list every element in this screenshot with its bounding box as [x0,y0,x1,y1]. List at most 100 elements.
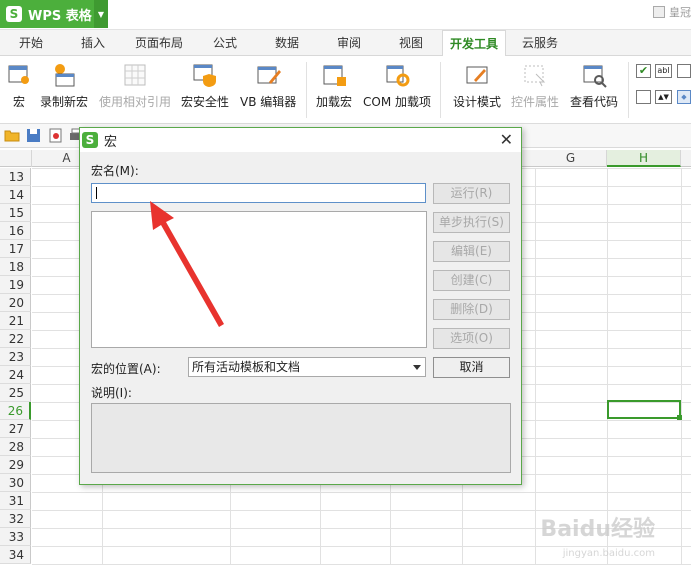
row-header[interactable]: 14 [0,186,31,204]
row-header[interactable]: 19 [0,276,31,294]
delete-button[interactable]: 删除(D) [433,299,510,320]
macro-name-input[interactable] [91,183,426,203]
macro-dialog: S 宏 ✕ 宏名(M): 运行(R) 单步执行(S) 编辑(E) 创建(C) 删… [79,127,522,485]
ribbon-separator [440,62,441,118]
tab-review[interactable]: 审阅 [318,30,380,56]
user-area[interactable]: 皇冠 [653,4,691,20]
create-button[interactable]: 创建(C) [433,270,510,291]
macro-list[interactable] [91,211,427,348]
frame-control-icon[interactable] [677,64,691,78]
tab-developer[interactable]: 开发工具 [442,30,506,57]
tab-home[interactable]: 开始 [0,30,62,56]
dialog-title-bar[interactable]: S 宏 [80,128,521,152]
row-header[interactable]: 28 [0,438,31,456]
macro-security-button[interactable]: 宏安全性 [181,62,229,118]
view-code-icon [581,62,607,88]
grid-line [607,168,608,565]
chevron-down-icon[interactable]: ▼ [94,0,108,28]
row-header[interactable]: 17 [0,240,31,258]
close-icon[interactable]: ✕ [500,131,513,149]
row-header[interactable]: 33 [0,528,31,546]
control-properties-label: 控件属性 [511,95,560,109]
row-header[interactable]: 24 [0,366,31,384]
app-title: WPS 表格 [28,8,92,24]
label-control-icon[interactable]: abl [655,64,672,78]
row-header[interactable]: 34 [0,546,31,564]
row-header[interactable]: 22 [0,330,31,348]
step-into-button[interactable]: 单步执行(S) [433,212,510,233]
tab-view[interactable]: 视图 [380,30,442,56]
grid-icon [122,62,148,88]
row-header[interactable]: 21 [0,312,31,330]
options-button[interactable]: 选项(O) [433,328,510,349]
ribbon-separator [306,62,307,118]
select-all-corner[interactable] [0,150,32,167]
description-box [91,403,511,473]
listbox-control-icon[interactable] [636,90,651,104]
relative-reference-button[interactable]: 使用相对引用 [99,62,171,118]
row-header[interactable]: 29 [0,456,31,474]
menu-tabs: 开始 插入 页面布局 公式 数据 审阅 视图 开发工具 云服务 [0,30,691,57]
row-header[interactable]: 30 [0,474,31,492]
combobox-control-icon[interactable]: ▲▼ [655,90,672,104]
column-header-h[interactable]: H [607,150,681,167]
gear-icon [384,62,410,88]
shield-icon [192,62,218,88]
row-header-active[interactable]: 26 [0,402,31,420]
tab-page-layout[interactable]: 页面布局 [124,30,194,56]
save-icon[interactable] [26,128,42,143]
ribbon: 宏 录制新宏 使用相对引用 宏安全性 VB 编辑器 加载宏 COM 加载项 设计… [0,56,691,124]
app-menu-button[interactable]: S WPS 表格 ▼ [0,0,108,28]
grid-line [681,168,682,565]
fill-handle[interactable] [677,415,682,420]
spin-control-icon[interactable]: ◆ [677,90,691,104]
macro-button[interactable]: 宏 [6,62,32,118]
vb-editor-button[interactable]: VB 编辑器 [240,62,296,118]
macro-location-select[interactable]: 所有活动模板和文档 [188,357,426,377]
macro-name-label: 宏名(M): [91,164,139,178]
tab-cloud[interactable]: 云服务 [506,30,574,56]
macro-location-label: 宏的位置(A): [91,362,161,376]
com-addins-label: COM 加载项 [363,95,431,109]
row-header[interactable]: 20 [0,294,31,312]
chevron-down-icon [413,365,421,370]
design-mode-button[interactable]: 设计模式 [453,62,501,118]
row-header[interactable]: 13 [0,168,31,186]
row-header[interactable]: 31 [0,492,31,510]
row-header[interactable]: 27 [0,420,31,438]
export-pdf-icon[interactable] [48,128,64,143]
tab-insert[interactable]: 插入 [62,30,124,56]
column-header-g[interactable]: G [535,150,607,167]
run-button[interactable]: 运行(R) [433,183,510,204]
load-macro-label: 加载宏 [316,95,353,109]
control-properties-icon [522,62,548,88]
tab-data[interactable]: 数据 [256,30,318,56]
checkbox-control-icon[interactable]: ✔ [636,64,651,78]
ribbon-separator [628,62,629,118]
row-header[interactable]: 23 [0,348,31,366]
macro-security-label: 宏安全性 [181,95,230,109]
macro-label: 宏 [12,95,25,109]
load-macro-icon [321,62,347,88]
title-bar: S WPS 表格 ▼ 皇冠 [0,0,691,30]
active-cell-h26[interactable] [607,400,681,419]
row-header[interactable]: 16 [0,222,31,240]
tab-formula[interactable]: 公式 [194,30,256,56]
design-mode-label: 设计模式 [453,95,502,109]
load-macro-button[interactable]: 加载宏 [316,62,352,118]
control-properties-button[interactable]: 控件属性 [511,62,559,118]
record-icon [51,62,77,88]
macro-icon [6,62,32,88]
row-header[interactable]: 18 [0,258,31,276]
user-label: 皇冠 [669,6,691,19]
row-header[interactable]: 15 [0,204,31,222]
edit-button[interactable]: 编辑(E) [433,241,510,262]
row-header[interactable]: 32 [0,510,31,528]
cancel-button[interactable]: 取消 [433,357,510,378]
record-macro-button[interactable]: 录制新宏 [40,62,88,118]
grid-line [535,168,536,565]
row-header[interactable]: 25 [0,384,31,402]
view-code-button[interactable]: 查看代码 [570,62,618,118]
open-folder-icon[interactable] [4,128,20,143]
com-addins-button[interactable]: COM 加载项 [363,62,431,118]
